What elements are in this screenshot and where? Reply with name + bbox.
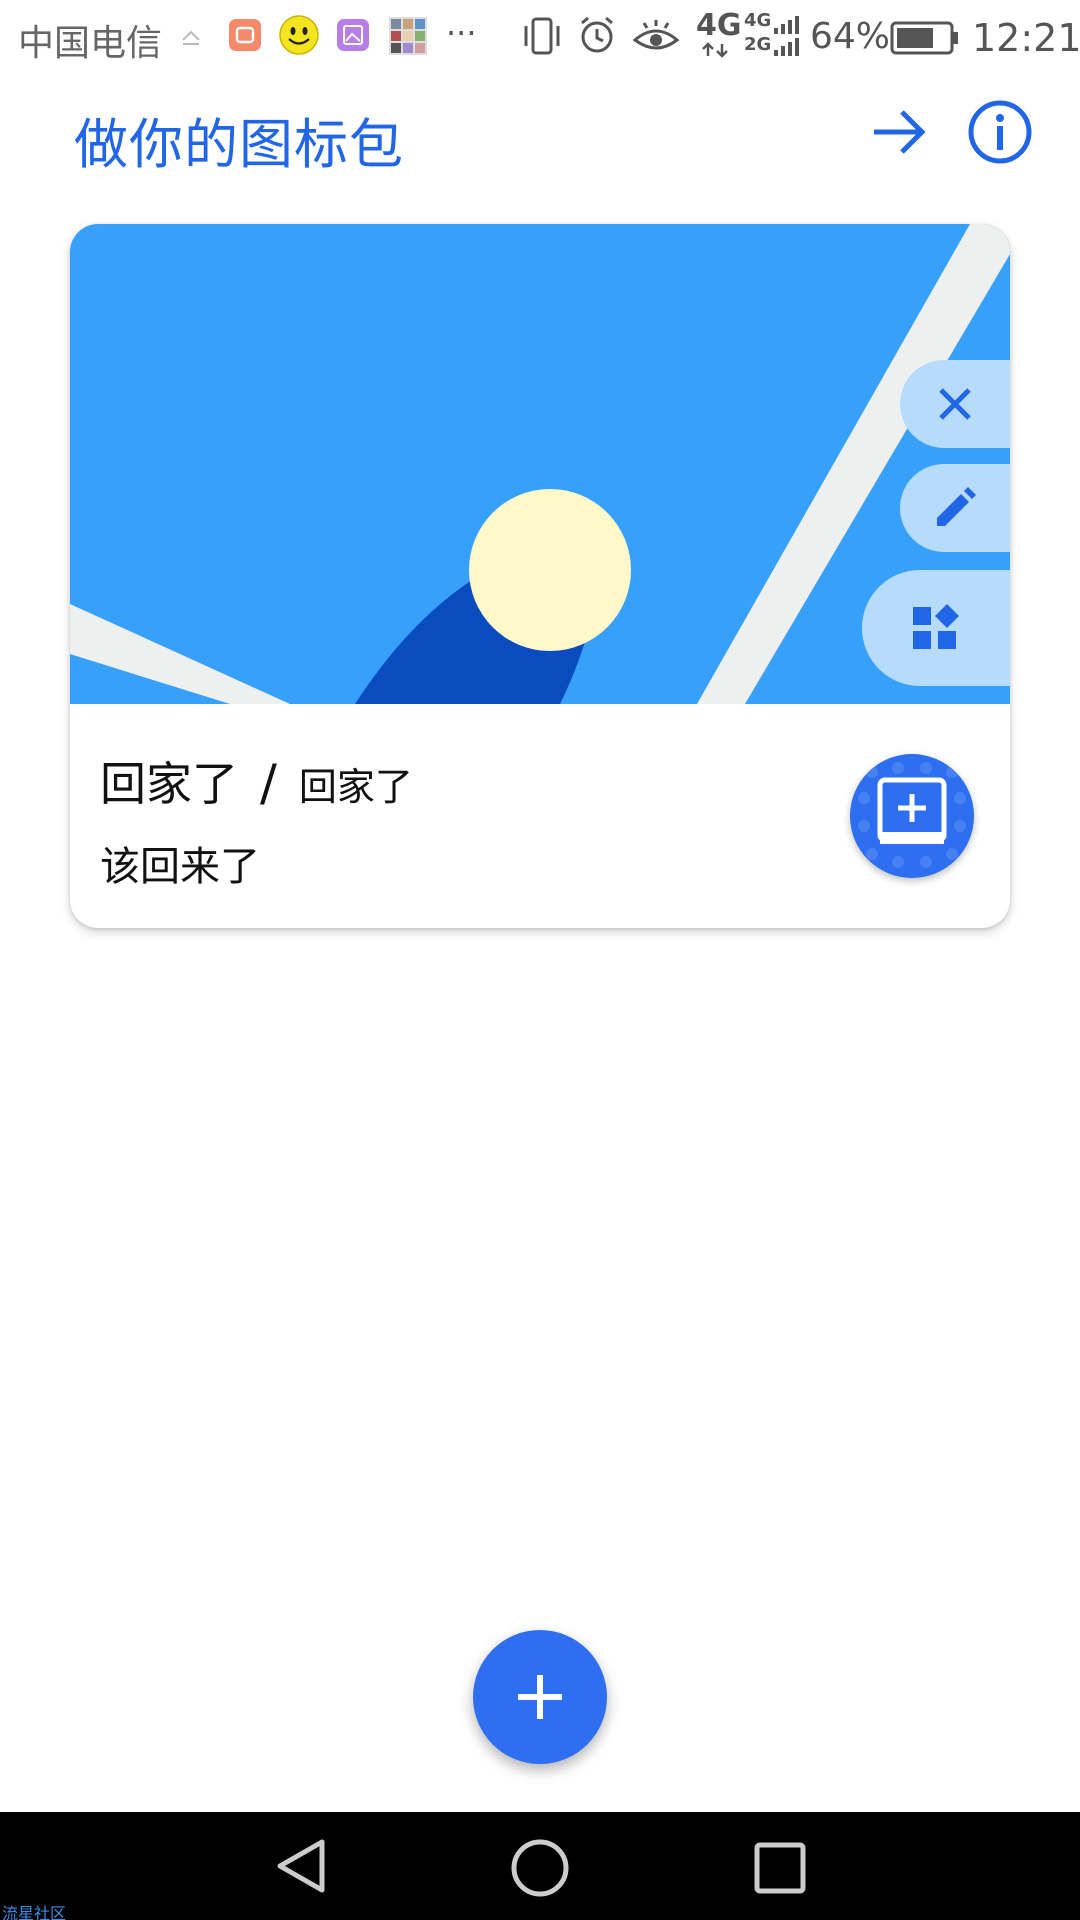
info-button[interactable] — [966, 98, 1034, 166]
add-to-screen-icon — [858, 762, 966, 868]
card-title-row: 回家了 / 回家了 — [100, 748, 413, 814]
icon-pack-card[interactable]: 回家了 / 回家了 该回来了 — [70, 224, 1010, 928]
more-notifications-label: ··· — [446, 14, 477, 52]
edit-button[interactable] — [900, 464, 1010, 552]
watermark-label: 流星社区 — [2, 1904, 67, 1920]
alarm-icon — [581, 16, 613, 53]
widgets-button[interactable] — [862, 570, 1010, 686]
recent-square-icon[interactable] — [752, 1840, 808, 1896]
smiley-app-icon — [279, 15, 319, 55]
arrow-right-icon — [874, 110, 926, 154]
next-button[interactable] — [866, 100, 930, 164]
vibrate-icon — [524, 17, 560, 55]
network-secondary-top-label: 4G — [744, 10, 772, 31]
back-triangle-icon[interactable] — [272, 1836, 332, 1896]
info-icon — [968, 100, 1032, 164]
widgets-icon — [913, 604, 959, 649]
close-button[interactable] — [900, 360, 1010, 448]
carrier-label: 中国电信 — [18, 23, 163, 64]
screen: 中国电信 ··· 4G 4G 2G 64% 12:21 做你的图标包 回家了 /… — [0, 0, 1080, 1920]
eye-comfort-icon — [632, 20, 680, 50]
store-app-icon — [229, 19, 261, 51]
status-bar: 中国电信 ··· 4G 4G 2G 64% 12:21 — [0, 0, 1080, 78]
upload-icon — [182, 30, 200, 45]
add-fab[interactable] — [473, 1630, 607, 1764]
network-type-label: 4G — [696, 8, 742, 43]
gallery-app-icon — [337, 19, 369, 51]
card-title: 回家了 — [100, 757, 238, 811]
signal-icon — [774, 16, 799, 56]
battery-icon — [890, 21, 958, 55]
battery-percent-label: 64% — [810, 16, 891, 57]
card-title-separator: / — [260, 754, 277, 812]
close-icon — [939, 388, 971, 420]
plus-icon — [518, 1675, 562, 1719]
home-circle-icon[interactable] — [508, 1836, 572, 1900]
system-nav-bar — [0, 1812, 1080, 1920]
edit-icon — [937, 487, 976, 526]
add-to-home-button[interactable] — [850, 754, 974, 878]
network-secondary-bottom-label: 2G — [744, 34, 772, 55]
photo-grid-app-icon — [389, 17, 427, 55]
card-body: 回家了 / 回家了 该回来了 — [70, 704, 1010, 928]
page-title: 做你的图标包 — [74, 113, 404, 176]
card-pack-name: 回家了 — [298, 765, 413, 809]
clock-label: 12:21 — [972, 16, 1080, 60]
data-arrows-icon — [702, 42, 728, 58]
card-description: 该回来了 — [100, 844, 260, 890]
hero-sun — [469, 489, 631, 651]
